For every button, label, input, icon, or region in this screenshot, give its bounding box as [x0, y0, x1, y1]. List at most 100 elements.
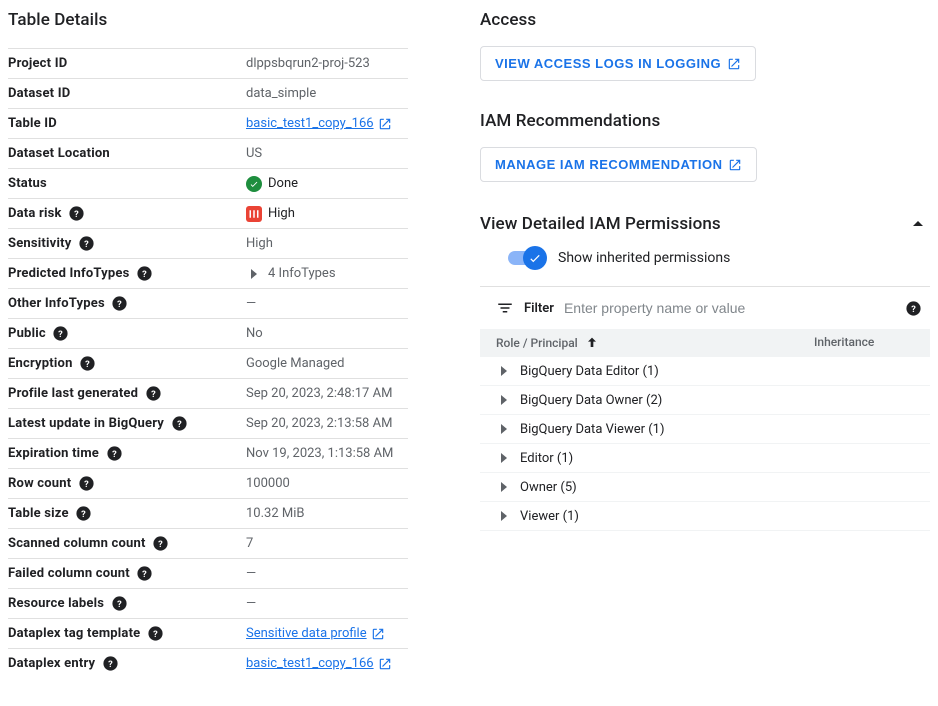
detail-row: Dataset Location US [8, 138, 408, 168]
svg-text:?: ? [84, 479, 89, 490]
detail-value-text: High [268, 206, 295, 221]
expand-triangle-icon[interactable] [246, 266, 262, 282]
detail-label-text: Sensitivity [8, 236, 71, 251]
detail-label-text: Encryption [8, 356, 73, 371]
detail-label-text: Table ID [8, 116, 57, 131]
help-icon[interactable]: ? [68, 205, 86, 223]
svg-text:?: ? [117, 599, 122, 610]
detail-row: Latest update in BigQuery? Sep 20, 2023, … [8, 408, 408, 438]
svg-text:?: ? [118, 299, 123, 310]
role-name: Viewer (1) [520, 509, 579, 524]
help-icon[interactable]: ? [904, 299, 922, 317]
detail-value-text: Nov 19, 2023, 1:13:58 AM [246, 446, 393, 461]
help-icon[interactable]: ? [105, 445, 123, 463]
view-access-logs-button[interactable]: VIEW ACCESS LOGS IN LOGGING [480, 46, 756, 81]
detail-link[interactable]: basic_test1_copy_166 [246, 116, 392, 131]
help-icon[interactable]: ? [77, 235, 95, 253]
expand-triangle-icon[interactable] [496, 479, 512, 495]
help-icon[interactable]: ? [77, 475, 95, 493]
detail-value-text: Sep 20, 2023, 2:48:17 AM [246, 386, 392, 401]
detail-value-text: 100000 [246, 476, 290, 491]
help-icon[interactable]: ? [136, 565, 154, 583]
detail-row: Profile last generated?Sep 20, 2023, 2:4… [8, 378, 408, 408]
svg-text:?: ? [81, 509, 86, 520]
svg-text:?: ? [74, 209, 79, 220]
detail-value-text: US [246, 146, 262, 161]
help-icon[interactable]: ? [110, 595, 128, 613]
detail-label-text: Failed column count [8, 566, 130, 581]
help-icon[interactable]: ? [152, 535, 170, 553]
help-icon[interactable]: ? [111, 295, 129, 313]
role-row[interactable]: Owner (5) [480, 473, 930, 502]
role-name: BigQuery Data Editor (1) [520, 364, 659, 379]
help-icon[interactable]: ? [101, 655, 119, 673]
help-icon[interactable]: ? [146, 625, 164, 643]
manage-iam-recommendation-label: MANAGE IAM RECOMMENDATION [495, 157, 722, 172]
detail-row: Dataset ID data_simple [8, 78, 408, 108]
detail-row: Dataplex entry?basic_test1_copy_166 [8, 648, 408, 678]
detail-row: Sensitivity?High [8, 228, 408, 258]
svg-text:?: ? [108, 659, 113, 670]
role-row[interactable]: Viewer (1) [480, 502, 930, 531]
expand-triangle-icon[interactable] [496, 421, 512, 437]
svg-text:?: ? [85, 359, 90, 370]
expand-triangle-icon[interactable] [496, 508, 512, 524]
detail-row: Data risk?High [8, 198, 408, 228]
detail-row: Row count?100000 [8, 468, 408, 498]
detail-label-text: Dataset Location [8, 146, 110, 161]
filter-label: Filter [524, 301, 554, 316]
sort-arrow-up-icon[interactable] [584, 335, 600, 351]
expand-triangle-icon[interactable] [496, 363, 512, 379]
detail-label-text: Resource labels [8, 596, 104, 611]
detail-value-text: Done [268, 176, 298, 191]
detail-value-text: data_simple [246, 86, 316, 101]
manage-iam-recommendation-button[interactable]: MANAGE IAM RECOMMENDATION [480, 147, 757, 182]
external-link-icon [378, 657, 392, 671]
detail-empty: — [246, 296, 256, 311]
detail-label-text: Scanned column count [8, 536, 146, 551]
filter-icon [496, 299, 514, 317]
risk-high-icon [246, 206, 262, 222]
svg-text:?: ? [112, 449, 117, 460]
expand-triangle-icon[interactable] [496, 450, 512, 466]
detail-label-text: Dataset ID [8, 86, 70, 101]
detail-value-text: Google Managed [246, 356, 344, 371]
external-link-icon [728, 158, 742, 172]
detail-row: Failed column count? — [8, 558, 408, 588]
role-row[interactable]: BigQuery Data Editor (1) [480, 357, 930, 386]
detail-link[interactable]: basic_test1_copy_166 [246, 656, 392, 671]
detail-row: Project IDdlppsbqrun2-proj-523 [8, 48, 408, 78]
detail-label-text: Project ID [8, 56, 67, 71]
detail-link[interactable]: Sensitive data profile [246, 626, 385, 641]
detail-row: Public?No [8, 318, 408, 348]
role-name: BigQuery Data Owner (2) [520, 393, 662, 408]
detail-value-text: 4 InfoTypes [268, 266, 336, 281]
role-name: BigQuery Data Viewer (1) [520, 422, 665, 437]
detail-value-text: Sep 20, 2023, 2:13:58 AM [246, 416, 392, 431]
detail-row: Scanned column count?7 [8, 528, 408, 558]
chevron-up-icon[interactable] [906, 212, 930, 236]
help-icon[interactable]: ? [170, 415, 188, 433]
detail-label-text: Other InfoTypes [8, 296, 105, 311]
show-inherited-toggle[interactable] [508, 251, 544, 265]
external-link-icon [727, 57, 741, 71]
role-row[interactable]: BigQuery Data Viewer (1) [480, 415, 930, 444]
filter-input[interactable] [564, 300, 894, 316]
role-row[interactable]: Editor (1) [480, 444, 930, 473]
detail-empty: — [246, 566, 256, 581]
detail-label-text: Table size [8, 506, 69, 521]
help-icon[interactable]: ? [52, 325, 70, 343]
help-icon[interactable]: ? [75, 505, 93, 523]
detail-label-text: Latest update in BigQuery [8, 416, 164, 431]
svg-text:?: ? [158, 539, 163, 550]
help-icon[interactable]: ? [136, 265, 154, 283]
detail-row: Resource labels?— [8, 588, 408, 618]
svg-text:?: ? [58, 329, 63, 340]
svg-text:?: ? [142, 269, 147, 280]
help-icon[interactable]: ? [144, 385, 162, 403]
detail-row: Other InfoTypes? — [8, 288, 408, 318]
help-icon[interactable]: ? [79, 355, 97, 373]
expand-triangle-icon[interactable] [496, 392, 512, 408]
role-row[interactable]: BigQuery Data Owner (2) [480, 386, 930, 415]
svg-text:?: ? [151, 389, 156, 400]
